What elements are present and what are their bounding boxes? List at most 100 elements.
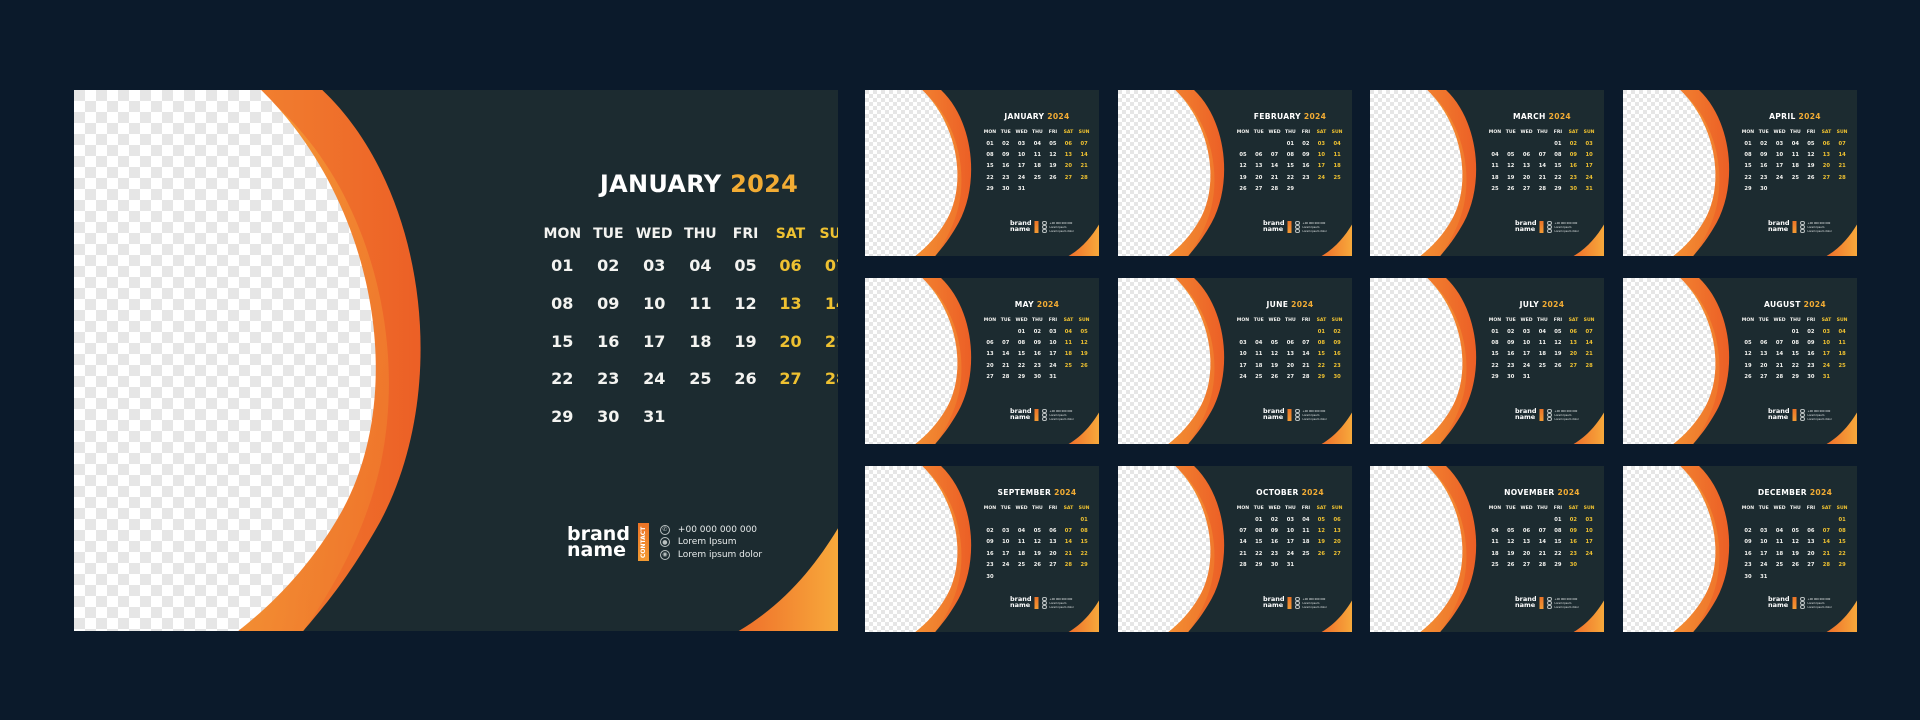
empty-day-cell bbox=[1803, 514, 1818, 525]
weekday-header: TUE bbox=[1758, 129, 1769, 135]
day-cell: 05 bbox=[1080, 328, 1088, 335]
weekday-header: FRI bbox=[1806, 505, 1816, 511]
weekday-header: THU bbox=[1031, 505, 1043, 511]
day-cell: 19 bbox=[1080, 351, 1088, 358]
day-cell: 09 bbox=[1807, 340, 1815, 347]
location-icon: ◉ bbox=[1800, 228, 1805, 234]
day-cell: 03 bbox=[1017, 140, 1026, 147]
day-cell: 13 bbox=[1049, 539, 1057, 546]
weekday-header: FRI bbox=[1048, 505, 1058, 511]
weekday-header: WED bbox=[635, 226, 673, 242]
day-cell: 26 bbox=[1744, 374, 1752, 381]
day-cell: 03 bbox=[643, 256, 666, 276]
weekday-header: TUE bbox=[1000, 505, 1011, 511]
week-row: 11 12 13 14 15 16 17 bbox=[1487, 161, 1597, 172]
day-cell: 26 bbox=[1317, 550, 1326, 557]
week-row: 28 29 30 31 bbox=[1235, 560, 1345, 571]
day-cell: 31 bbox=[1585, 186, 1593, 193]
brand-contact-block: brand name CONTACT ✆ +00 000 000 000 ● L… bbox=[1768, 220, 1832, 234]
day-cell: 20 bbox=[1333, 539, 1341, 546]
day-cell: 11 bbox=[1017, 539, 1026, 546]
day-cell: 09 bbox=[986, 539, 994, 546]
contact-tag: CONTACT bbox=[1287, 597, 1292, 609]
contact-item: ◉ Lorem ipsum dolor bbox=[1800, 604, 1832, 610]
day-cell: 07 bbox=[1270, 152, 1279, 159]
brand-name: brand name bbox=[567, 524, 630, 559]
day-cell: 17 bbox=[1760, 550, 1768, 557]
day-cell: 13 bbox=[1064, 152, 1073, 159]
empty-day-cell bbox=[982, 326, 998, 337]
day-cell: 08 bbox=[986, 152, 994, 159]
day-cell: 28 bbox=[1822, 562, 1831, 569]
year-label: 2024 bbox=[1803, 300, 1826, 309]
weekday-header: SAT bbox=[1063, 505, 1074, 511]
day-cell: 11 bbox=[1064, 340, 1073, 347]
day-grid: MONTUE WEDTHU FRI SAT SUN 01 02 03 04 05 06 07 08 09 1… bbox=[1235, 126, 1345, 195]
day-cell: 22 bbox=[551, 369, 574, 389]
contact-item: ◉ Lorem ipsum dolor bbox=[1042, 228, 1074, 234]
day-cell: 19 bbox=[1507, 550, 1515, 557]
week-row: 21 22 23 24 25 26 27 bbox=[1235, 548, 1345, 559]
weekday-header-row: MONTUE WEDTHU FRI SAT SUN bbox=[1740, 314, 1850, 326]
day-grid: MONTUE WEDTHU FRI SAT SUN 01 02 03 04 05 06 07 08 09 1… bbox=[1740, 314, 1850, 383]
day-cell: 21 bbox=[1538, 550, 1546, 557]
empty-day-cell bbox=[1487, 514, 1503, 525]
day-cell: 06 bbox=[1807, 528, 1815, 535]
day-cell: 29 bbox=[1317, 374, 1326, 381]
day-cell: 30 bbox=[1569, 562, 1578, 569]
weekday-header: THU bbox=[684, 226, 717, 242]
day-cell: 16 bbox=[1569, 163, 1578, 170]
day-cell: 02 bbox=[1302, 140, 1310, 147]
weekday-header: TUE bbox=[1758, 317, 1769, 323]
day-cell: 18 bbox=[689, 331, 712, 351]
day-cell: 20 bbox=[779, 331, 802, 351]
day-cell: 05 bbox=[1239, 152, 1247, 159]
day-cell: 31 bbox=[1286, 562, 1294, 569]
weekday-header: SAT bbox=[1316, 317, 1327, 323]
empty-day-cell bbox=[1045, 514, 1060, 525]
weekday-header: MON bbox=[543, 226, 582, 242]
brand-contact-block: brand name CONTACT ✆ +00 000 000 000 ● L… bbox=[567, 523, 762, 561]
contact-list: ✆ +00 000 000 000 ● Lorem Ipsum ◉ Lorem … bbox=[1042, 596, 1074, 610]
month-title: JANUARY 2024 bbox=[539, 170, 838, 198]
day-cell: 25 bbox=[1791, 174, 1799, 181]
empty-day-cell bbox=[1819, 184, 1835, 195]
day-cell: 05 bbox=[1744, 340, 1752, 347]
day-cell: 16 bbox=[1302, 163, 1310, 170]
weekday-header: WED bbox=[1520, 129, 1533, 135]
month-calendar: DECEMBER 2024 MON TUE WED THU FRI SAT SUN 01 02 03… bbox=[1740, 488, 1850, 582]
day-cell: 19 bbox=[1239, 174, 1247, 181]
weekday-header: TUE bbox=[1000, 129, 1011, 135]
day-cell: 03 bbox=[1317, 140, 1326, 147]
weekday-header: SUN bbox=[1331, 129, 1343, 135]
day-grid: MONTUE WEDTHU FRI SAT SUN 01 02 03 04 05 06 07 08 09 1… bbox=[1487, 502, 1597, 571]
day-cell: 23 bbox=[1002, 174, 1010, 181]
weekday-header: SAT bbox=[1568, 505, 1579, 511]
day-cell: 21 bbox=[1002, 362, 1010, 369]
week-row: 25 26 27 28 29 30 bbox=[1487, 560, 1597, 571]
week-row: 27 28 29 30 31 bbox=[982, 372, 1092, 383]
location-icon: ◉ bbox=[1042, 604, 1047, 610]
brand-name: brand name bbox=[1515, 408, 1537, 420]
brand-name-line2: name bbox=[1768, 601, 1789, 609]
contact-text: Lorem ipsum dolor bbox=[1554, 229, 1579, 233]
brand-contact-block: brand name CONTACT ✆ +00 000 000 000 ● L… bbox=[1010, 408, 1074, 422]
month-calendar: APRIL 2024 MON TUE WED THU FRI SAT SUN 01 02 03 04 0… bbox=[1740, 112, 1850, 195]
day-cell: 23 bbox=[1302, 174, 1310, 181]
day-cell: 27 bbox=[1807, 562, 1815, 569]
day-cell: 20 bbox=[1286, 362, 1294, 369]
day-cell: 26 bbox=[1080, 362, 1088, 369]
weekday-header: MON bbox=[1488, 317, 1502, 323]
day-cell: 03 bbox=[1585, 140, 1593, 147]
year-label: 2024 bbox=[730, 170, 799, 198]
day-cell: 05 bbox=[1554, 328, 1562, 335]
day-cell: 06 bbox=[1760, 340, 1768, 347]
empty-day-cell bbox=[1787, 571, 1803, 582]
day-cell: 29 bbox=[1286, 186, 1294, 193]
day-cell: 14 bbox=[1002, 351, 1010, 358]
day-cell: 07 bbox=[1302, 340, 1310, 347]
month-name: MARCH bbox=[1513, 112, 1549, 121]
day-cell: 11 bbox=[1775, 539, 1784, 546]
week-row: 05 06 07 08 09 10 11 bbox=[1235, 149, 1345, 160]
weekday-header: WED bbox=[1773, 317, 1786, 323]
